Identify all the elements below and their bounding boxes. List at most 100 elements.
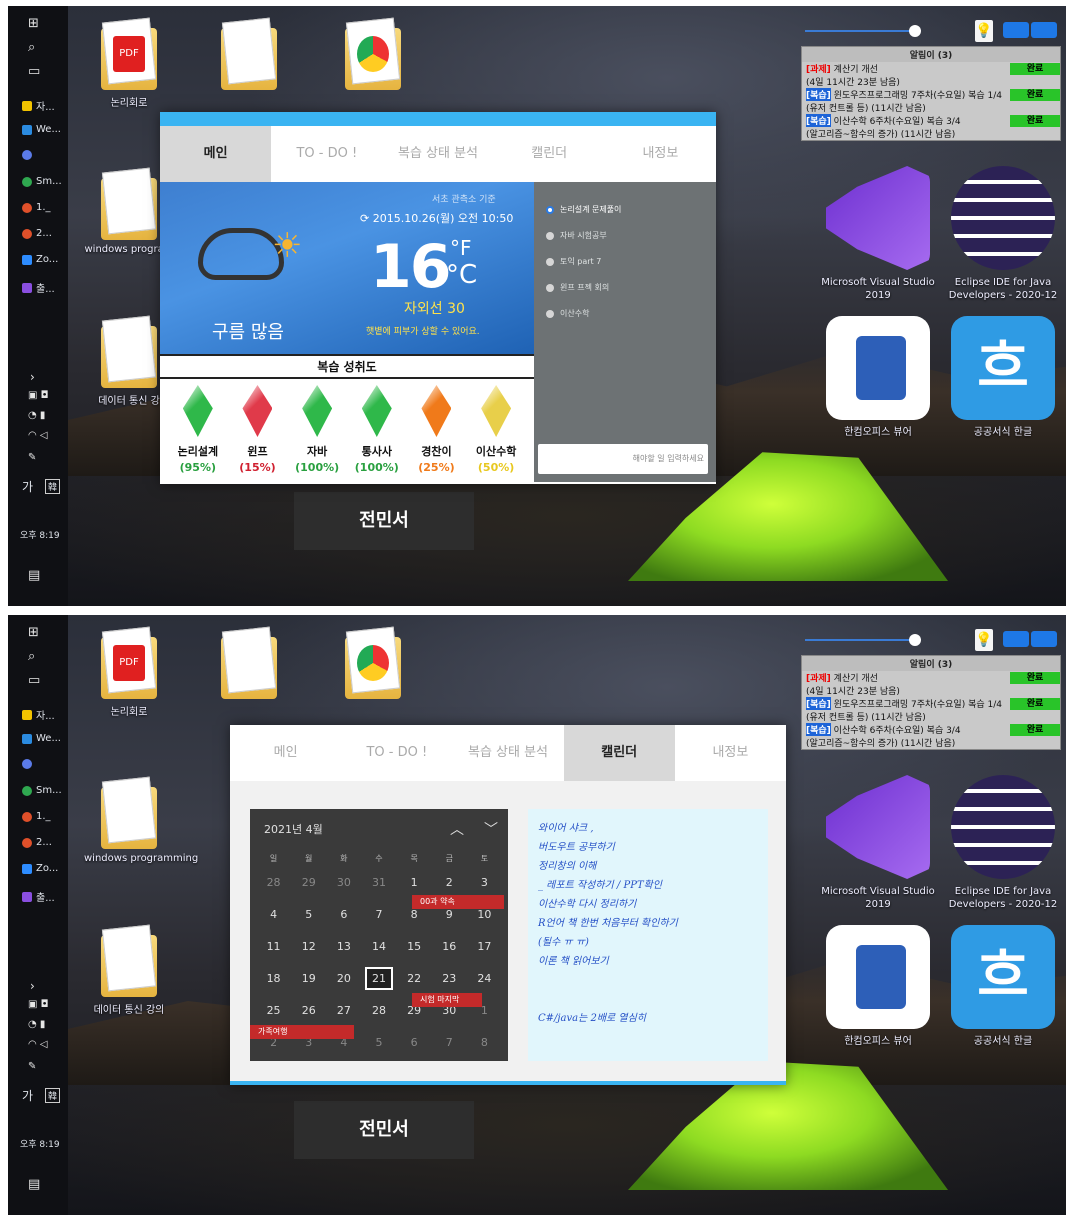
- calendar-day[interactable]: 6: [326, 905, 361, 937]
- windows-start-icon[interactable]: ⊞: [28, 625, 39, 640]
- memo-pad[interactable]: 와이어 샤크 , 버도우트 공부하기 정리창의 이해 _ 레포트 작성하기 / PPT…: [528, 809, 768, 1061]
- tab-calendar[interactable]: 캘린더: [494, 126, 605, 182]
- user-name-button[interactable]: 전민서: [294, 1101, 474, 1159]
- taskbar-app[interactable]: 출...: [22, 280, 55, 295]
- visual-studio-shortcut[interactable]: Microsoft Visual Studio 2019: [813, 166, 943, 302]
- desktop-icon[interactable]: [204, 28, 294, 90]
- todo-item[interactable]: 토익 part 7: [546, 256, 601, 267]
- desktop-icon[interactable]: windows programming: [84, 787, 198, 864]
- search-icon[interactable]: ⌕: [28, 40, 35, 55]
- tray-icons[interactable]: ▣ ◘: [28, 999, 49, 1010]
- unit-f[interactable]: °F: [450, 236, 472, 260]
- wifi-volume-icon[interactable]: ◠ ◁: [28, 430, 48, 441]
- pen-icon[interactable]: ✎: [28, 1061, 36, 1072]
- todo-item[interactable]: 이산수학: [546, 308, 589, 319]
- todo-item[interactable]: 윈프 프젝 회의: [546, 282, 609, 293]
- clock[interactable]: 오후 8:19: [20, 528, 60, 541]
- tab-todo[interactable]: TO - DO !: [341, 725, 452, 781]
- taskbar-app[interactable]: [22, 759, 36, 769]
- tab-main[interactable]: 메인: [160, 126, 272, 182]
- tab-calendar[interactable]: 캘린더: [563, 725, 675, 781]
- calendar-day[interactable]: 11: [256, 937, 291, 969]
- taskbar-app[interactable]: 자...: [22, 707, 55, 722]
- done-button[interactable]: 완료: [1010, 697, 1060, 710]
- calendar-day[interactable]: 13: [326, 937, 361, 969]
- eclipse-shortcut[interactable]: Eclipse IDE for Java Developers - 2020-1…: [938, 166, 1066, 302]
- desktop-icon[interactable]: [204, 637, 294, 699]
- hancom-viewer-shortcut[interactable]: 한컴오피스 뷰어: [813, 925, 943, 1048]
- taskbar-app[interactable]: [22, 150, 36, 160]
- chevron-up-icon[interactable]: ︿: [450, 819, 464, 839]
- search-icon[interactable]: ⌕: [28, 649, 35, 664]
- calendar-day[interactable]: 28: [361, 1001, 396, 1033]
- done-button[interactable]: 완료: [1010, 671, 1060, 684]
- calendar-day[interactable]: 20: [326, 969, 361, 1001]
- calendar-day[interactable]: 28: [256, 873, 291, 905]
- calendar-day[interactable]: 18: [256, 969, 291, 1001]
- task-view-icon[interactable]: ▭: [28, 673, 40, 688]
- desktop-icon[interactable]: [328, 28, 418, 90]
- desktop-icon[interactable]: PDF 논리회로: [84, 637, 174, 718]
- hancom-viewer-shortcut[interactable]: 한컴오피스 뷰어: [813, 316, 943, 439]
- done-button[interactable]: 완료: [1010, 88, 1060, 101]
- chevron-up-icon[interactable]: ›: [30, 979, 35, 993]
- opacity-slider[interactable]: [805, 639, 915, 641]
- tab-todo[interactable]: TO - DO !: [271, 126, 382, 182]
- pen-icon[interactable]: ✎: [28, 452, 36, 463]
- radio-icon[interactable]: [546, 231, 554, 240]
- todo-item[interactable]: 논리설계 문제풀이: [546, 204, 621, 215]
- chevron-up-icon[interactable]: ›: [30, 370, 35, 384]
- ime-indicator[interactable]: 가韓: [22, 478, 61, 495]
- calendar-day[interactable]: 8: [467, 1033, 502, 1065]
- taskbar-app[interactable]: Sm...: [22, 176, 62, 187]
- wifi-volume-icon[interactable]: ◠ ◁: [28, 1039, 48, 1050]
- calendar-day[interactable]: 29: [291, 873, 326, 905]
- calendar-event[interactable]: 00과 약속: [412, 895, 504, 909]
- blue-button[interactable]: [1003, 22, 1029, 38]
- taskbar-app[interactable]: 2...: [22, 837, 52, 848]
- tab-myinfo[interactable]: 내정보: [605, 126, 716, 182]
- bulb-icon[interactable]: 💡: [975, 629, 993, 651]
- taskbar-app[interactable]: Zo...: [22, 254, 58, 265]
- hangul-shortcut[interactable]: 흐 공공서식 한글: [938, 316, 1066, 439]
- tab-review[interactable]: 복습 상태 분석: [452, 725, 563, 781]
- slider-thumb[interactable]: [909, 634, 921, 646]
- calendar-day[interactable]: 17: [467, 937, 502, 969]
- taskbar-app[interactable]: 1._: [22, 202, 51, 213]
- radio-icon[interactable]: [546, 205, 554, 214]
- calendar-day[interactable]: 19: [291, 969, 326, 1001]
- desktop-icon[interactable]: PDF 논리회로: [84, 28, 174, 109]
- taskbar-app[interactable]: 출...: [22, 889, 55, 904]
- done-button[interactable]: 완료: [1010, 114, 1060, 127]
- taskbar-app[interactable]: We...: [22, 124, 61, 135]
- calendar-day[interactable]: 21: [361, 967, 396, 1001]
- todo-item[interactable]: 자바 시험공부: [546, 230, 607, 241]
- taskbar-app[interactable]: Sm...: [22, 785, 62, 796]
- taskbar-app[interactable]: 2...: [22, 228, 52, 239]
- taskbar-app[interactable]: Zo...: [22, 863, 58, 874]
- calendar-day[interactable]: 12: [291, 937, 326, 969]
- notification-icon[interactable]: ▤: [28, 568, 40, 583]
- tray-icons[interactable]: ◔ ▮: [28, 1019, 45, 1030]
- chevron-down-icon[interactable]: ﹀: [484, 819, 498, 839]
- ime-indicator[interactable]: 가韓: [22, 1087, 61, 1104]
- tab-main[interactable]: 메인: [230, 725, 341, 781]
- windows-start-icon[interactable]: ⊞: [28, 16, 39, 31]
- tray-icons[interactable]: ▣ ◘: [28, 390, 49, 401]
- calendar-day[interactable]: 5: [291, 905, 326, 937]
- calendar-day[interactable]: 4: [256, 905, 291, 937]
- tab-myinfo[interactable]: 내정보: [675, 725, 786, 781]
- calendar-day[interactable]: 15: [397, 937, 432, 969]
- tray-icons[interactable]: ◔ ▮: [28, 410, 45, 421]
- calendar-event[interactable]: 시험 마지막: [412, 993, 482, 1007]
- bulb-icon[interactable]: 💡: [975, 20, 993, 42]
- calendar-day[interactable]: 8: [397, 905, 432, 937]
- clock[interactable]: 오후 8:19: [20, 1137, 60, 1150]
- visual-studio-shortcut[interactable]: Microsoft Visual Studio 2019: [813, 775, 943, 911]
- blue-button[interactable]: [1003, 631, 1029, 647]
- calendar-day[interactable]: 6: [397, 1033, 432, 1065]
- calendar-day[interactable]: 14: [361, 937, 396, 969]
- slider-thumb[interactable]: [909, 25, 921, 37]
- blue-button[interactable]: [1031, 22, 1057, 38]
- calendar-day[interactable]: 30: [326, 873, 361, 905]
